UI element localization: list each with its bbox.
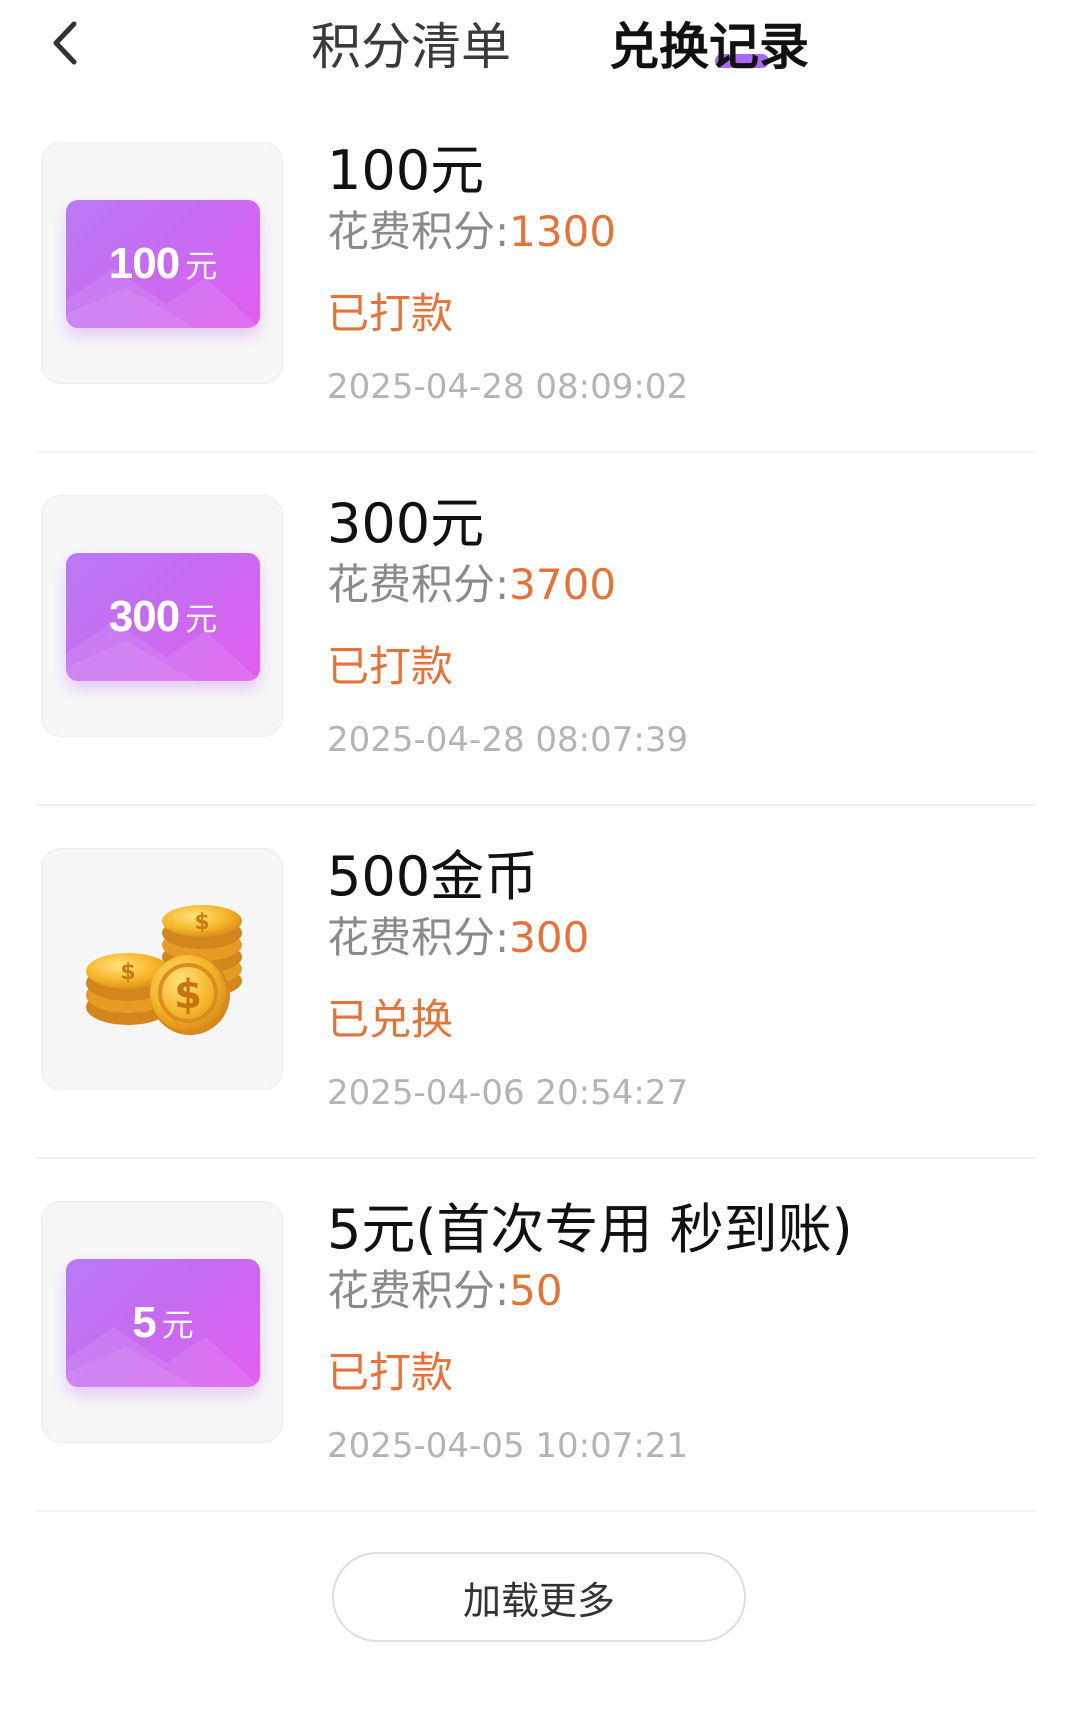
load-more-button[interactable]: 加载更多 (332, 1552, 746, 1642)
record-item[interactable]: 300 元 300元 花费积分:3700 已打款 2025-04-28 08:0… (0, 492, 1080, 847)
tab-points-list[interactable]: 积分清单 (311, 12, 511, 82)
divider (36, 804, 1036, 806)
cost-label: 花费积分: (327, 913, 510, 962)
svg-text:$: $ (120, 960, 135, 985)
card-amount: 300 (108, 592, 180, 641)
record-timestamp: 2025-04-28 08:09:02 (327, 367, 689, 407)
cash-card-image: 100 元 (66, 200, 260, 328)
record-thumbnail: $ $ $ (41, 848, 283, 1090)
record-title: 5元(首次专用 秒到账) (327, 1198, 853, 1261)
svg-text:$: $ (194, 910, 209, 935)
card-unit: 元 (185, 247, 218, 285)
svg-text:$: $ (174, 972, 202, 1018)
record-timestamp: 2025-04-06 20:54:27 (327, 1073, 689, 1113)
record-status: 已打款 (327, 289, 454, 338)
divider (36, 1157, 1036, 1159)
record-item[interactable]: 5 元 5元(首次专用 秒到账) 花费积分:50 已打款 2025-04-05 … (0, 1198, 1080, 1553)
record-thumbnail: 300 元 (41, 495, 283, 737)
record-item[interactable]: $ $ $ 500金币 花费积分:300 已兑换 2025-04-06 20:5… (0, 845, 1080, 1200)
record-status: 已兑换 (327, 995, 454, 1044)
record-cost: 花费积分:50 (327, 1261, 563, 1321)
divider (36, 451, 1036, 453)
cash-card-image: 300 元 (66, 553, 260, 681)
record-title: 300元 (327, 492, 485, 555)
cost-value: 3700 (509, 560, 617, 609)
record-cost: 花费积分:300 (327, 908, 589, 968)
record-title: 100元 (327, 139, 485, 202)
coins-icon: $ $ $ (86, 905, 242, 1035)
chevron-left-icon (53, 21, 77, 65)
record-title: 500金币 (327, 845, 539, 908)
record-timestamp: 2025-04-28 08:07:39 (327, 720, 689, 760)
cash-card-image: 5 元 (66, 1259, 260, 1387)
cost-value: 50 (509, 1266, 563, 1315)
record-cost: 花费积分:1300 (327, 202, 616, 262)
record-timestamp: 2025-04-05 10:07:21 (327, 1426, 689, 1466)
record-status: 已打款 (327, 642, 454, 691)
top-nav-bar: 积分清单 兑换记录 (0, 0, 1080, 100)
record-status: 已打款 (327, 1348, 454, 1397)
record-thumbnail: 5 元 (41, 1201, 283, 1443)
cost-label: 花费积分: (327, 207, 510, 256)
card-amount: 100 (108, 239, 180, 288)
card-unit: 元 (185, 600, 218, 638)
cost-label: 花费积分: (327, 560, 510, 609)
cost-value: 1300 (509, 207, 617, 256)
divider (36, 1510, 1036, 1512)
cost-label: 花费积分: (327, 1266, 510, 1315)
card-unit: 元 (161, 1306, 194, 1344)
back-button[interactable] (30, 8, 100, 78)
cost-value: 300 (509, 913, 590, 962)
record-item[interactable]: 100 元 100元 花费积分:1300 已打款 2025-04-28 08:0… (0, 139, 1080, 494)
tab-exchange-records[interactable]: 兑换记录 (609, 12, 809, 82)
record-thumbnail: 100 元 (41, 142, 283, 384)
card-amount: 5 (132, 1298, 157, 1347)
record-cost: 花费积分:3700 (327, 555, 616, 615)
